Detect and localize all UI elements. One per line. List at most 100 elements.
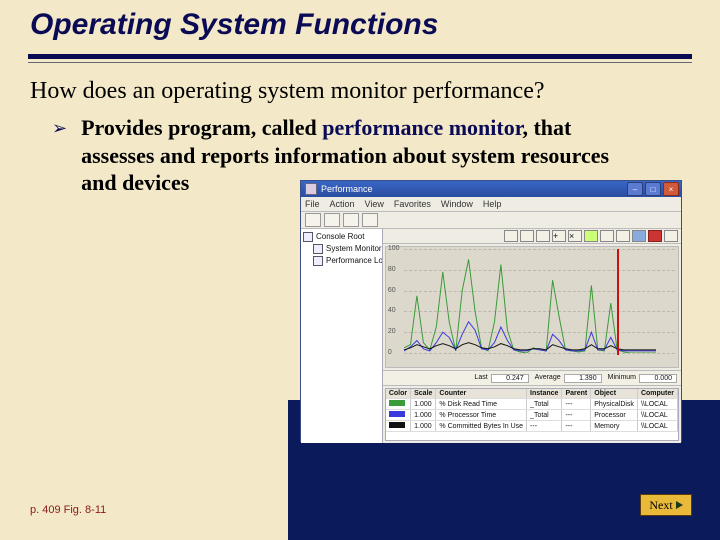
legend-cell: --- (562, 421, 591, 432)
slide-question: How does an operating system monitor per… (30, 78, 690, 105)
color-swatch (389, 400, 405, 406)
tree-item-label: Performance Logs and Alerts (326, 255, 383, 267)
title-rule-thin (28, 62, 692, 63)
stat-min-label: Minimum (608, 374, 636, 383)
legend-header[interactable]: Counter (436, 389, 527, 399)
logs-icon (313, 256, 323, 266)
title-rule-thick (28, 54, 692, 59)
app-icon (305, 183, 317, 195)
help-icon[interactable] (664, 230, 678, 242)
menu-help[interactable]: Help (483, 199, 502, 209)
menu-window[interactable]: Window (441, 199, 473, 209)
add-counter-icon[interactable]: + (552, 230, 566, 242)
legend-header[interactable]: Color (386, 389, 411, 399)
arrow-right-icon (676, 501, 683, 509)
y-tick: 40 (388, 307, 396, 314)
chart-view-icon[interactable] (504, 230, 518, 242)
legend-cell: 1.000 (411, 410, 436, 421)
page-reference: p. 409 Fig. 8-11 (30, 504, 106, 516)
toolbar-refresh-icon[interactable] (343, 213, 359, 227)
legend-cell: 1.000 (411, 399, 436, 410)
legend-cell: --- (562, 399, 591, 410)
slide-title: Operating System Functions (30, 8, 438, 42)
properties-icon[interactable] (632, 230, 646, 242)
legend-cell: % Processor Time (436, 410, 527, 421)
highlight-icon[interactable] (584, 230, 598, 242)
time-cursor (617, 249, 619, 355)
tree-pane[interactable]: Console Root System Monitor Performance … (301, 229, 383, 443)
tree-root[interactable]: Console Root (303, 231, 380, 243)
legend-cell: % Disk Read Time (436, 399, 527, 410)
legend-cell: \\LOCAL (637, 421, 677, 432)
toolbar-props-icon[interactable] (362, 213, 378, 227)
stat-last-value: 0.247 (491, 374, 529, 383)
menu-file[interactable]: File (305, 199, 320, 209)
histogram-view-icon[interactable] (520, 230, 534, 242)
color-swatch (389, 411, 405, 417)
folder-icon (303, 232, 313, 242)
legend-cell: \\LOCAL (637, 410, 677, 421)
menu-favorites[interactable]: Favorites (394, 199, 431, 209)
legend-header[interactable]: Scale (411, 389, 436, 399)
legend-cell: % Committed Bytes In Use (436, 421, 527, 432)
tree-item-system-monitor[interactable]: System Monitor (303, 243, 380, 255)
window-titlebar[interactable]: Performance – □ × (301, 181, 681, 197)
legend-row[interactable]: 1.000% Processor Time_Total---Processor\… (386, 410, 678, 421)
legend-table[interactable]: ColorScaleCounterInstanceParentObjectCom… (385, 388, 679, 441)
stat-avg-label: Average (535, 374, 561, 383)
copy-icon[interactable] (600, 230, 614, 242)
next-label: Next (649, 498, 672, 513)
menu-action[interactable]: Action (330, 199, 355, 209)
stat-min-value: 0.000 (639, 374, 677, 383)
remove-counter-icon[interactable]: × (568, 230, 582, 242)
legend-header[interactable]: Object (591, 389, 638, 399)
legend-header[interactable]: Computer (637, 389, 677, 399)
stat-avg-value: 1.390 (564, 374, 602, 383)
bullet-pre: Provides program, called (81, 115, 322, 140)
chevron-right-icon: ➢ (52, 114, 67, 142)
tree-item-logs-alerts[interactable]: Performance Logs and Alerts (303, 255, 380, 267)
paste-icon[interactable] (616, 230, 630, 242)
tree-item-label: System Monitor (326, 243, 382, 255)
chart-area: 100 80 60 40 20 0 (385, 246, 679, 368)
window-title: Performance (321, 184, 373, 194)
legend-cell: Memory (591, 421, 638, 432)
tree-root-label: Console Root (316, 231, 364, 243)
y-tick: 100 (388, 245, 400, 252)
legend-cell: --- (527, 421, 562, 432)
next-button[interactable]: Next (640, 494, 692, 516)
legend-header[interactable]: Instance (527, 389, 562, 399)
menu-view[interactable]: View (365, 199, 384, 209)
legend-cell: _Total (527, 410, 562, 421)
stats-bar: Last 0.247 Average1.390 Minimum0.000 (383, 370, 681, 386)
maximize-button[interactable]: □ (645, 182, 661, 196)
y-tick: 60 (388, 287, 396, 294)
legend-cell: Processor (591, 410, 638, 421)
bullet-highlight: performance monitor (322, 115, 522, 140)
performance-window: Performance – □ × File Action View Favor… (300, 180, 682, 442)
freeze-icon[interactable] (648, 230, 662, 242)
toolbar-forward-icon[interactable] (324, 213, 340, 227)
legend-cell: PhysicalDisk (591, 399, 638, 410)
color-swatch (389, 422, 405, 428)
close-button[interactable]: × (663, 182, 679, 196)
legend-row[interactable]: 1.000% Disk Read Time_Total---PhysicalDi… (386, 399, 678, 410)
y-tick: 0 (388, 349, 392, 356)
monitor-icon (313, 244, 323, 254)
legend-row[interactable]: 1.000% Committed Bytes In Use------Memor… (386, 421, 678, 432)
menu-bar[interactable]: File Action View Favorites Window Help (301, 197, 681, 212)
y-tick: 80 (388, 266, 396, 273)
chart-toolbar: + × (383, 229, 681, 244)
toolbar (301, 212, 681, 229)
minimize-button[interactable]: – (627, 182, 643, 196)
grid-line (404, 353, 675, 354)
legend-header[interactable]: Parent (562, 389, 591, 399)
legend-cell: --- (562, 410, 591, 421)
report-view-icon[interactable] (536, 230, 550, 242)
stat-last-label: Last (474, 374, 487, 383)
legend-cell: \\LOCAL (637, 399, 677, 410)
y-tick: 20 (388, 328, 396, 335)
legend-cell: 1.000 (411, 421, 436, 432)
legend-cell: _Total (527, 399, 562, 410)
toolbar-back-icon[interactable] (305, 213, 321, 227)
